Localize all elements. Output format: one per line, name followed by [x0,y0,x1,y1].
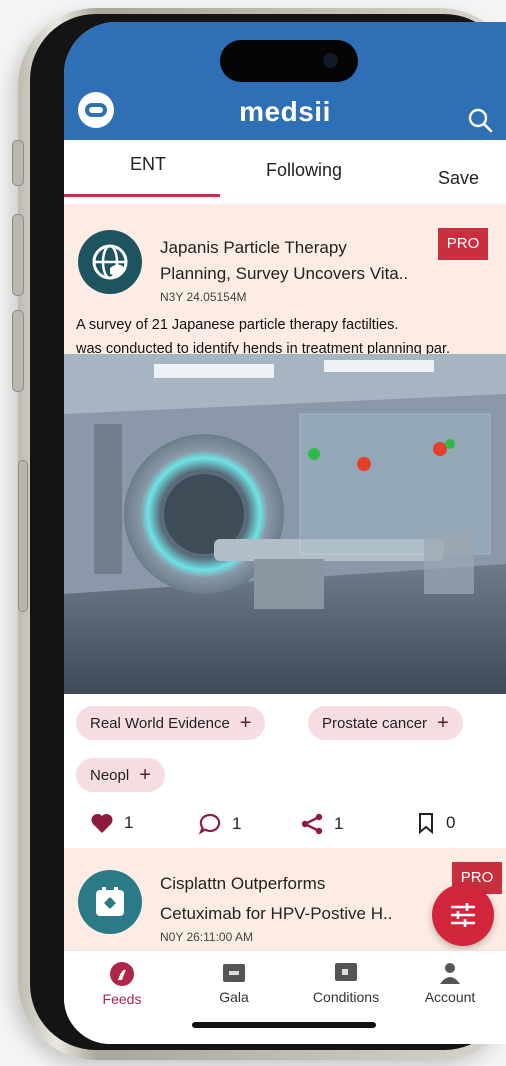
tag-label: Prostate cancer [322,715,428,732]
bookmark-count: 0 [446,813,456,832]
nav-conditions[interactable]: Conditions [300,961,392,1005]
calendar-icon [78,870,142,934]
plus-icon: + [139,764,151,786]
phone-side-button [12,214,24,296]
feeds-icon [110,962,134,986]
post-title[interactable]: Cisplattn Outperforms [160,872,325,896]
tag-chip[interactable]: Real World Evidence + [76,706,266,740]
post-excerpt: A survey of 21 Japanese particle therapy… [76,317,399,333]
nav-gala[interactable]: Gala [188,961,280,1005]
nav-label: Account [424,989,476,1005]
heart-icon [91,813,113,833]
tab-save[interactable]: Save [438,168,479,189]
post-date: N3Y 24.05154M [160,290,247,304]
post-title[interactable]: Planning, Survey Uncovers Vita.. [160,262,408,286]
home-indicator [192,1022,376,1028]
app-screen: medsii ENT Following Save Japanis Partic… [64,22,506,1044]
tag-chip[interactable]: Prostate cancer + [308,706,463,740]
bookmark-icon [419,813,433,834]
filter-button[interactable] [432,884,494,946]
tag-chip[interactable]: Neopl + [76,758,165,792]
search-icon[interactable] [466,106,494,134]
post-date: N0Y 26:11:00 AM [160,930,253,944]
bottom-navigation: Feeds Gala Conditions Account [64,950,506,1044]
nav-label: Gala [219,989,249,1005]
post-title[interactable]: Japanis Particle Therapy [160,236,347,260]
phone-side-button [18,460,28,612]
pro-badge: PRO [438,228,488,260]
conditions-icon [335,963,357,981]
plus-icon: + [437,712,449,734]
plus-icon: + [239,712,252,734]
like-count: 1 [124,813,134,832]
globe-icon [78,230,142,294]
comment-button[interactable]: 1 [198,812,241,836]
share-count: 1 [334,814,344,833]
tag-label: Neopl [90,767,130,784]
app-brand: medsii [239,96,331,127]
nav-feeds[interactable]: Feeds [76,961,168,1007]
post-title[interactable]: Cetuximab for HPV-Postive H.. [160,902,392,926]
nav-account[interactable]: Account [404,961,496,1005]
account-icon [440,963,460,984]
post-actions: 1 1 1 0 [64,812,506,852]
like-button[interactable]: 1 [90,812,133,834]
nav-label: Feeds [102,991,142,1007]
nav-label: Conditions [312,989,380,1005]
gala-icon [223,964,245,982]
phone-side-button [12,140,24,186]
share-button[interactable]: 1 [300,812,343,836]
comment-icon [198,813,221,835]
comment-count: 1 [232,814,242,833]
active-tab-indicator [64,194,220,197]
phone-side-button [12,310,24,392]
post-card[interactable]: Japanis Particle Therapy Planning, Surve… [64,204,506,357]
tab-ent[interactable]: ENT [130,154,166,175]
share-icon [301,813,323,835]
post-image[interactable] [64,354,506,694]
tab-following[interactable]: Following [266,160,342,181]
dynamic-island [220,40,358,82]
bookmark-button[interactable]: 0 [416,812,455,834]
tag-label: Real World Evidence [90,715,230,732]
filter-sliders-icon [451,903,475,927]
camera-icon [323,53,338,68]
